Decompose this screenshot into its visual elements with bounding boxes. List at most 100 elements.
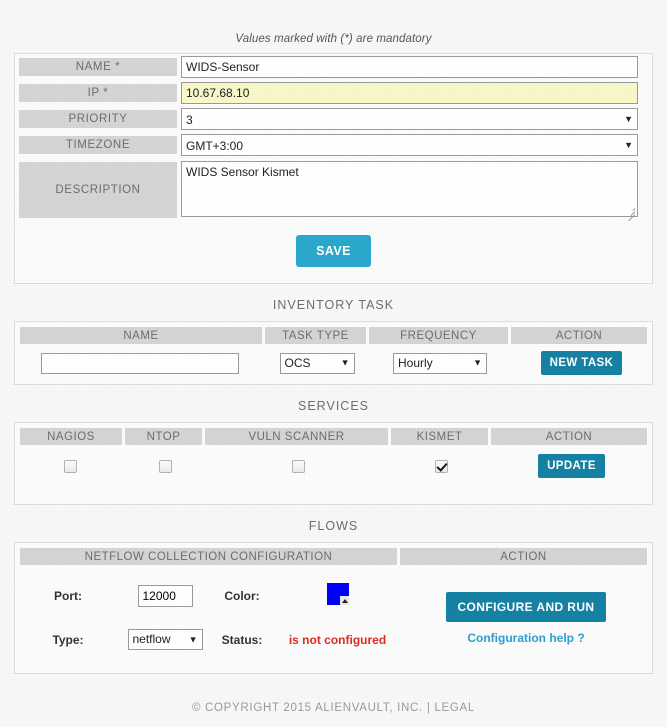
cell-port-input	[121, 576, 209, 617]
footer-legal-link[interactable]: LEGAL	[434, 702, 475, 714]
cell-frequency: Hourly ▼	[369, 344, 511, 384]
services-panel: NAGIOS NTOP VULN SCANNER KISMET ACTION U…	[14, 422, 653, 505]
cell-vuln-scanner	[205, 445, 391, 504]
label-name: NAME *	[15, 54, 181, 80]
new-task-button[interactable]: NEW TASK	[540, 351, 623, 375]
netflow-row-type: Type: netflow ▼ Status: is not configure…	[15, 617, 400, 659]
cell-nagios	[15, 445, 125, 504]
color-label: Color:	[224, 588, 260, 603]
cell-ntop	[125, 445, 205, 504]
status-label: Status:	[221, 632, 263, 647]
port-label: Port:	[54, 588, 82, 603]
timezone-select-value: GMT+3:00	[181, 134, 638, 156]
footer-copyright: © COPYRIGHT 2015 ALIENVAULT, INC. |	[191, 702, 435, 714]
form-row-timezone: TIMEZONE GMT+3:00 ▼	[15, 132, 652, 158]
frequency-select[interactable]: Hourly ▼	[393, 352, 487, 374]
column-header-name: NAME	[15, 322, 265, 344]
flows-table: NETFLOW COLLECTION CONFIGURATION ACTION …	[15, 543, 652, 673]
cell-status-value: is not configured	[275, 617, 400, 659]
description-wrapper	[181, 160, 638, 221]
vuln-scanner-checkbox[interactable]	[291, 460, 305, 474]
inventory-task-row: OCS ▼ Hourly ▼ NEW TASK	[15, 344, 652, 384]
task-type-select[interactable]: OCS ▼	[279, 352, 355, 374]
inventory-task-table: NAME TASK TYPE FREQUENCY ACTION OCS ▼ Ho…	[15, 322, 652, 384]
chevron-down-icon: ▼	[473, 357, 482, 368]
save-button[interactable]: SAVE	[296, 235, 371, 267]
task-type-value: OCS	[284, 355, 311, 370]
type-label: Type:	[52, 632, 84, 647]
netflow-config-body: Port: Color:	[15, 565, 400, 673]
cell-task-name	[15, 344, 265, 384]
status-badge: is not configured	[288, 632, 387, 647]
inventory-task-panel: NAME TASK TYPE FREQUENCY ACTION OCS ▼ Ho…	[14, 321, 653, 385]
column-header-ntop: NTOP	[125, 423, 205, 445]
timezone-select[interactable]: GMT+3:00 ▼	[181, 134, 638, 156]
cell-update-action: UPDATE	[491, 445, 652, 504]
column-header-action: ACTION	[491, 423, 652, 445]
cell-new-task-action: NEW TASK	[511, 344, 652, 384]
field-cell-name	[181, 54, 652, 80]
column-header-netflow-collection-configuration: NETFLOW COLLECTION CONFIGURATION	[15, 543, 400, 565]
services-table: NAGIOS NTOP VULN SCANNER KISMET ACTION U…	[15, 423, 652, 504]
flows-row: Port: Color:	[15, 565, 652, 673]
field-cell-ip	[181, 80, 652, 106]
configuration-help-link[interactable]: Configuration help ?	[404, 631, 648, 645]
nagios-checkbox[interactable]	[63, 460, 77, 474]
priority-select[interactable]: 3 ▼	[181, 108, 638, 130]
column-header-action: ACTION	[511, 322, 652, 344]
column-header-vuln-scanner: VULN SCANNER	[205, 423, 391, 445]
form-row-description: DESCRIPTION	[15, 158, 652, 222]
flows-header-row: NETFLOW COLLECTION CONFIGURATION ACTION	[15, 543, 652, 565]
sensor-form-panel: NAME * IP * PRIORITY 3	[14, 53, 653, 284]
netflow-type-select[interactable]: netflow ▼	[127, 629, 203, 650]
column-header-task-type: TASK TYPE	[265, 322, 369, 344]
update-button[interactable]: UPDATE	[538, 454, 605, 478]
inventory-task-title: INVENTORY TASK	[272, 298, 395, 312]
field-cell-priority: 3 ▼	[181, 106, 652, 132]
name-input[interactable]	[181, 56, 638, 78]
chevron-down-icon: ▼	[340, 357, 350, 368]
color-swatch-button[interactable]	[326, 583, 349, 605]
column-header-kismet: KISMET	[391, 423, 491, 445]
services-title: SERVICES	[298, 399, 369, 413]
netflow-type-value: netflow	[132, 632, 171, 646]
services-header-row: NAGIOS NTOP VULN SCANNER KISMET ACTION	[15, 423, 652, 445]
form-row-priority: PRIORITY 3 ▼	[15, 106, 652, 132]
form-row-name: NAME *	[15, 54, 652, 80]
description-textarea[interactable]	[181, 160, 638, 217]
netflow-field-grid: Port: Color:	[15, 576, 400, 659]
port-input[interactable]	[137, 584, 193, 607]
inventory-header-row: NAME TASK TYPE FREQUENCY ACTION	[15, 322, 652, 344]
label-timezone: TIMEZONE	[15, 132, 181, 158]
save-row: SAVE	[15, 222, 652, 283]
ip-input[interactable]	[181, 82, 638, 104]
form-row-ip: IP *	[15, 80, 652, 106]
column-header-action: ACTION	[400, 543, 652, 565]
priority-select-value: 3	[181, 108, 638, 130]
netflow-row-port: Port: Color:	[15, 576, 400, 617]
flows-title: FLOWS	[308, 519, 359, 533]
kismet-checkbox[interactable]	[434, 460, 448, 474]
footer: © COPYRIGHT 2015 ALIENVAULT, INC. | LEGA…	[0, 674, 667, 714]
cell-color-swatch	[275, 576, 400, 617]
task-name-input[interactable]	[41, 352, 239, 374]
label-ip: IP *	[15, 80, 181, 106]
label-description: DESCRIPTION	[15, 158, 181, 222]
color-picker-arrow-icon	[339, 596, 349, 605]
field-cell-timezone: GMT+3:00 ▼	[181, 132, 652, 158]
label-priority: PRIORITY	[15, 106, 181, 132]
cell-kismet	[391, 445, 491, 504]
sensor-configuration-page: Values marked with (*) are mandatory NAM…	[0, 0, 667, 714]
chevron-down-icon: ▼	[188, 634, 198, 644]
column-header-nagios: NAGIOS	[15, 423, 125, 445]
cell-netflow-config: Port: Color:	[15, 565, 400, 673]
configure-and-run-button[interactable]: CONFIGURE AND RUN	[446, 591, 606, 622]
ntop-checkbox[interactable]	[158, 460, 172, 474]
sensor-form-table: NAME * IP * PRIORITY 3	[15, 54, 652, 222]
cell-flows-action: CONFIGURE AND RUN Configuration help ?	[400, 565, 652, 673]
cell-task-type: OCS ▼	[265, 344, 369, 384]
flows-panel: NETFLOW COLLECTION CONFIGURATION ACTION …	[14, 542, 653, 674]
column-header-frequency: FREQUENCY	[369, 322, 511, 344]
field-cell-description	[181, 158, 652, 222]
frequency-value: Hourly	[398, 355, 433, 370]
